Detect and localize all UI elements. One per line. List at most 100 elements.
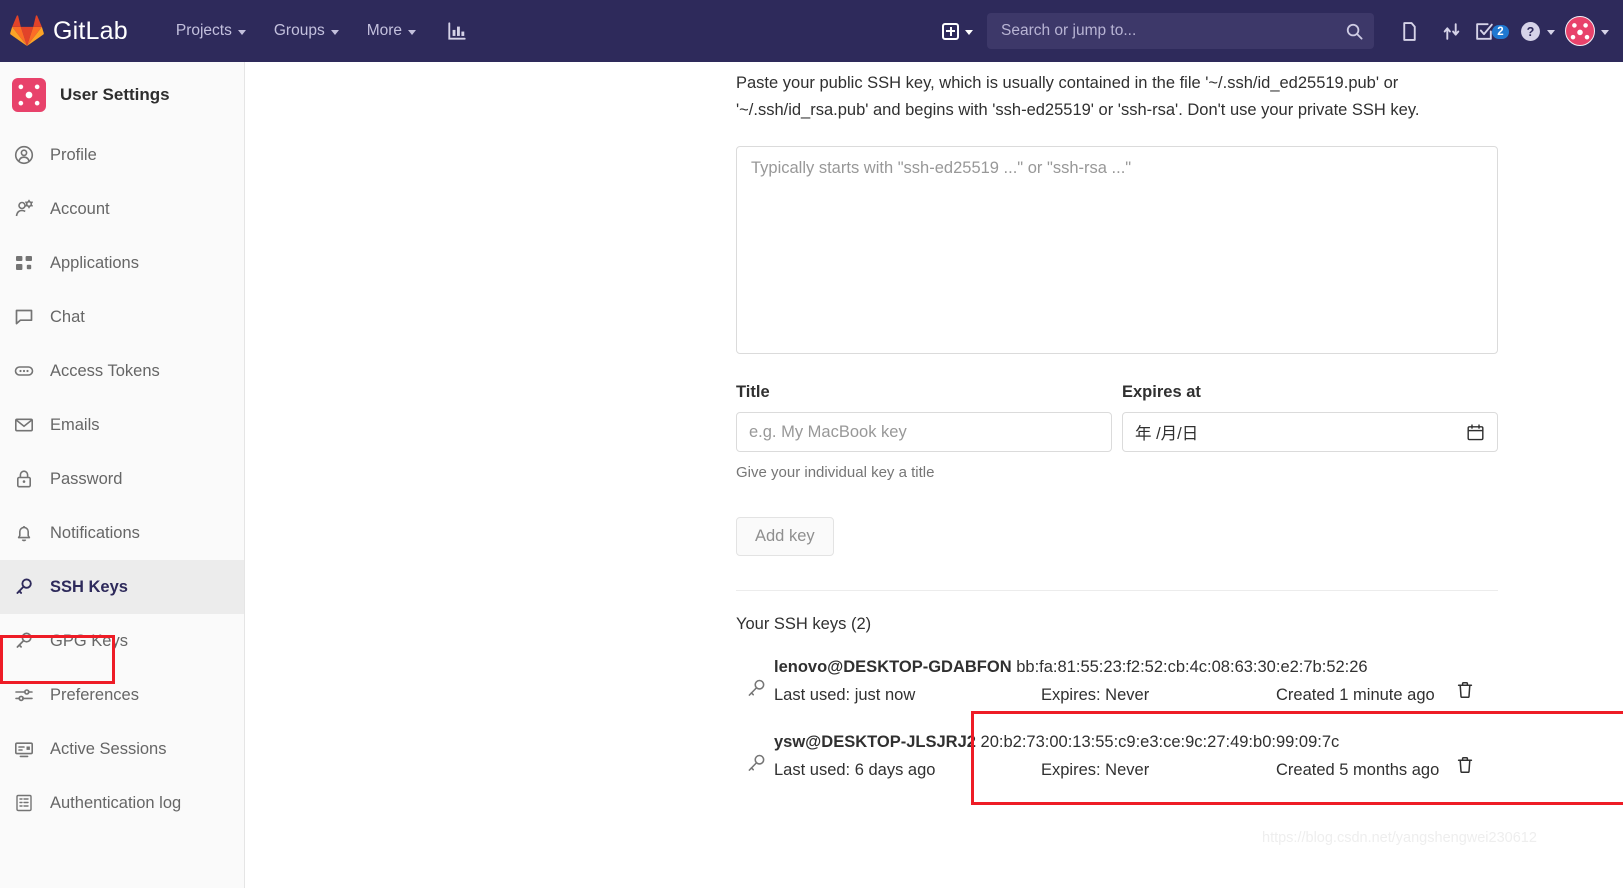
sidebar-item-label: GPG Keys	[50, 631, 128, 650]
merge-requests-icon[interactable]	[1430, 10, 1472, 52]
key-meta-form: Title Give your individual key a title E…	[736, 383, 1498, 481]
plus-square-icon	[942, 22, 959, 40]
sidebar-item-applications[interactable]: Applications	[0, 236, 244, 290]
top-navbar: GitLab Projects Groups More Search or ju…	[0, 0, 1623, 62]
sidebar: User Settings Profile Account Applicatio…	[0, 62, 245, 888]
sidebar-item-active-sessions[interactable]: Active Sessions	[0, 722, 244, 776]
nav-groups[interactable]: Groups	[260, 11, 353, 51]
ssh-key-identity: lenovo@DESKTOP-GDABFON bb:fa:81:55:23:f2…	[774, 658, 1448, 677]
navbar-right: 2 ?	[942, 0, 1615, 62]
sidebar-item-label: Password	[50, 469, 123, 488]
user-settings-avatar	[12, 78, 46, 112]
sidebar-item-label: Emails	[50, 415, 100, 434]
add-key-button[interactable]: Add key	[736, 517, 834, 557]
ssh-key-created: Created 5 months ago	[1276, 761, 1440, 780]
envelope-icon	[13, 415, 35, 435]
main-content: Paste your public SSH key, which is usua…	[245, 62, 1623, 888]
nav-projects-label: Projects	[175, 22, 232, 39]
sidebar-item-label: Account	[50, 199, 110, 218]
chart-bar-icon[interactable]	[446, 20, 468, 42]
title-field-label: Title	[736, 383, 770, 402]
nav-projects[interactable]: Projects	[162, 11, 260, 51]
sidebar-item-profile[interactable]: Profile	[0, 128, 244, 182]
sidebar-item-authentication-log[interactable]: Authentication log	[0, 776, 244, 830]
section-divider	[736, 590, 1498, 592]
search-icon[interactable]	[1345, 22, 1364, 41]
todos-count-badge: 2	[1492, 25, 1509, 39]
chevron-down-icon	[1547, 29, 1555, 35]
comment-icon	[13, 307, 35, 327]
ssh-key-body: ysw@DESKTOP-JLSJRJ2 20:b2:73:00:13:55:c9…	[774, 733, 1448, 780]
search-input[interactable]	[1001, 22, 1345, 40]
sidebar-item-label: Preferences	[50, 685, 139, 704]
new-item-button[interactable]	[942, 22, 973, 40]
sidebar-item-password[interactable]: Password	[0, 452, 244, 506]
ssh-key-fingerprint: 20:b2:73:00:13:55:c9:e3:ce:9c:27:49:b0:9…	[980, 733, 1340, 752]
sidebar-item-label: Chat	[50, 307, 85, 326]
sidebar-item-account[interactable]: Account	[0, 182, 244, 236]
sidebar-item-label: Active Sessions	[50, 739, 167, 758]
sidebar-item-gpg-keys[interactable]: GPG Keys	[0, 614, 244, 668]
search-box[interactable]	[987, 13, 1374, 49]
sidebar-item-ssh-keys[interactable]: SSH Keys	[0, 560, 244, 614]
sidebar-header: User Settings	[0, 62, 244, 128]
help-icon: ?	[1520, 21, 1541, 42]
issues-icon[interactable]	[1388, 10, 1430, 52]
token-icon	[13, 361, 35, 381]
list-grid-icon	[13, 793, 35, 813]
ssh-key-textarea[interactable]	[736, 146, 1498, 355]
expires-field-label: Expires at	[1122, 383, 1201, 402]
gitlab-logo-link[interactable]: GitLab	[10, 15, 128, 47]
chevron-down-icon	[965, 29, 973, 35]
chevron-down-icon	[330, 29, 339, 35]
sidebar-item-access-tokens[interactable]: Access Tokens	[0, 344, 244, 398]
your-ssh-keys-heading: Your SSH keys (2)	[736, 615, 872, 634]
primary-nav: Projects Groups More	[162, 11, 468, 51]
sidebar-item-label: SSH Keys	[50, 577, 128, 596]
todos-icon[interactable]: 2	[1472, 10, 1514, 52]
ssh-key-meta: Last used: 6 days ago Expires: Never Cre…	[774, 761, 1448, 780]
delete-ssh-key-button[interactable]	[1448, 733, 1482, 775]
sidebar-item-label: Authentication log	[50, 793, 182, 812]
ssh-key-row[interactable]: lenovo@DESKTOP-GDABFON bb:fa:81:55:23:f2…	[736, 644, 1498, 719]
expires-date-input[interactable]: 年 /月/日	[1122, 412, 1498, 453]
sidebar-item-label: Access Tokens	[50, 361, 160, 380]
key-icon	[13, 577, 35, 597]
gitlab-fox-icon	[10, 15, 44, 47]
bell-icon	[13, 523, 35, 543]
key-icon	[13, 631, 35, 651]
ssh-key-last-used: Last used: 6 days ago	[774, 761, 936, 780]
title-field-group: Title Give your individual key a title	[736, 383, 1112, 481]
delete-ssh-key-button[interactable]	[1448, 658, 1482, 700]
nav-more[interactable]: More	[353, 11, 430, 51]
sidebar-title: User Settings	[60, 85, 170, 104]
ssh-keys-panel: Paste your public SSH key, which is usua…	[736, 62, 1498, 794]
ssh-key-fingerprint: bb:fa:81:55:23:f2:52:cb:4c:08:63:30:e2:7…	[1016, 658, 1368, 677]
sidebar-item-chat[interactable]: Chat	[0, 290, 244, 344]
nav-groups-label: Groups	[273, 22, 325, 39]
sidebar-item-label: Applications	[50, 253, 139, 272]
sliders-icon	[13, 685, 35, 705]
ssh-key-expires: Expires: Never	[1041, 761, 1150, 780]
sidebar-item-emails[interactable]: Emails	[0, 398, 244, 452]
user-menu-button[interactable]	[1565, 16, 1609, 46]
monitor-icon	[13, 739, 35, 759]
key-icon	[746, 733, 774, 774]
ssh-key-created: Created 1 minute ago	[1276, 686, 1435, 705]
ssh-key-hint-text: Paste your public SSH key, which is usua…	[736, 74, 1420, 120]
avatar	[1565, 16, 1595, 46]
calendar-icon[interactable]	[1466, 423, 1485, 442]
ssh-key-row[interactable]: ysw@DESKTOP-JLSJRJ2 20:b2:73:00:13:55:c9…	[736, 719, 1498, 794]
sidebar-item-preferences[interactable]: Preferences	[0, 668, 244, 722]
title-input[interactable]	[736, 412, 1112, 453]
help-button[interactable]: ?	[1514, 10, 1561, 52]
ssh-key-title: lenovo@DESKTOP-GDABFON	[774, 658, 1012, 677]
expires-field-group: Expires at 年 /月/日	[1122, 383, 1498, 481]
sidebar-item-notifications[interactable]: Notifications	[0, 506, 244, 560]
sidebar-item-label: Profile	[50, 145, 97, 164]
expires-date-placeholder: 年 /月/日	[1135, 425, 1199, 444]
svg-text:?: ?	[1527, 25, 1535, 39]
user-circle-icon	[13, 145, 35, 165]
ssh-key-last-used: Last used: just now	[774, 686, 916, 705]
grid-icon	[13, 253, 35, 273]
